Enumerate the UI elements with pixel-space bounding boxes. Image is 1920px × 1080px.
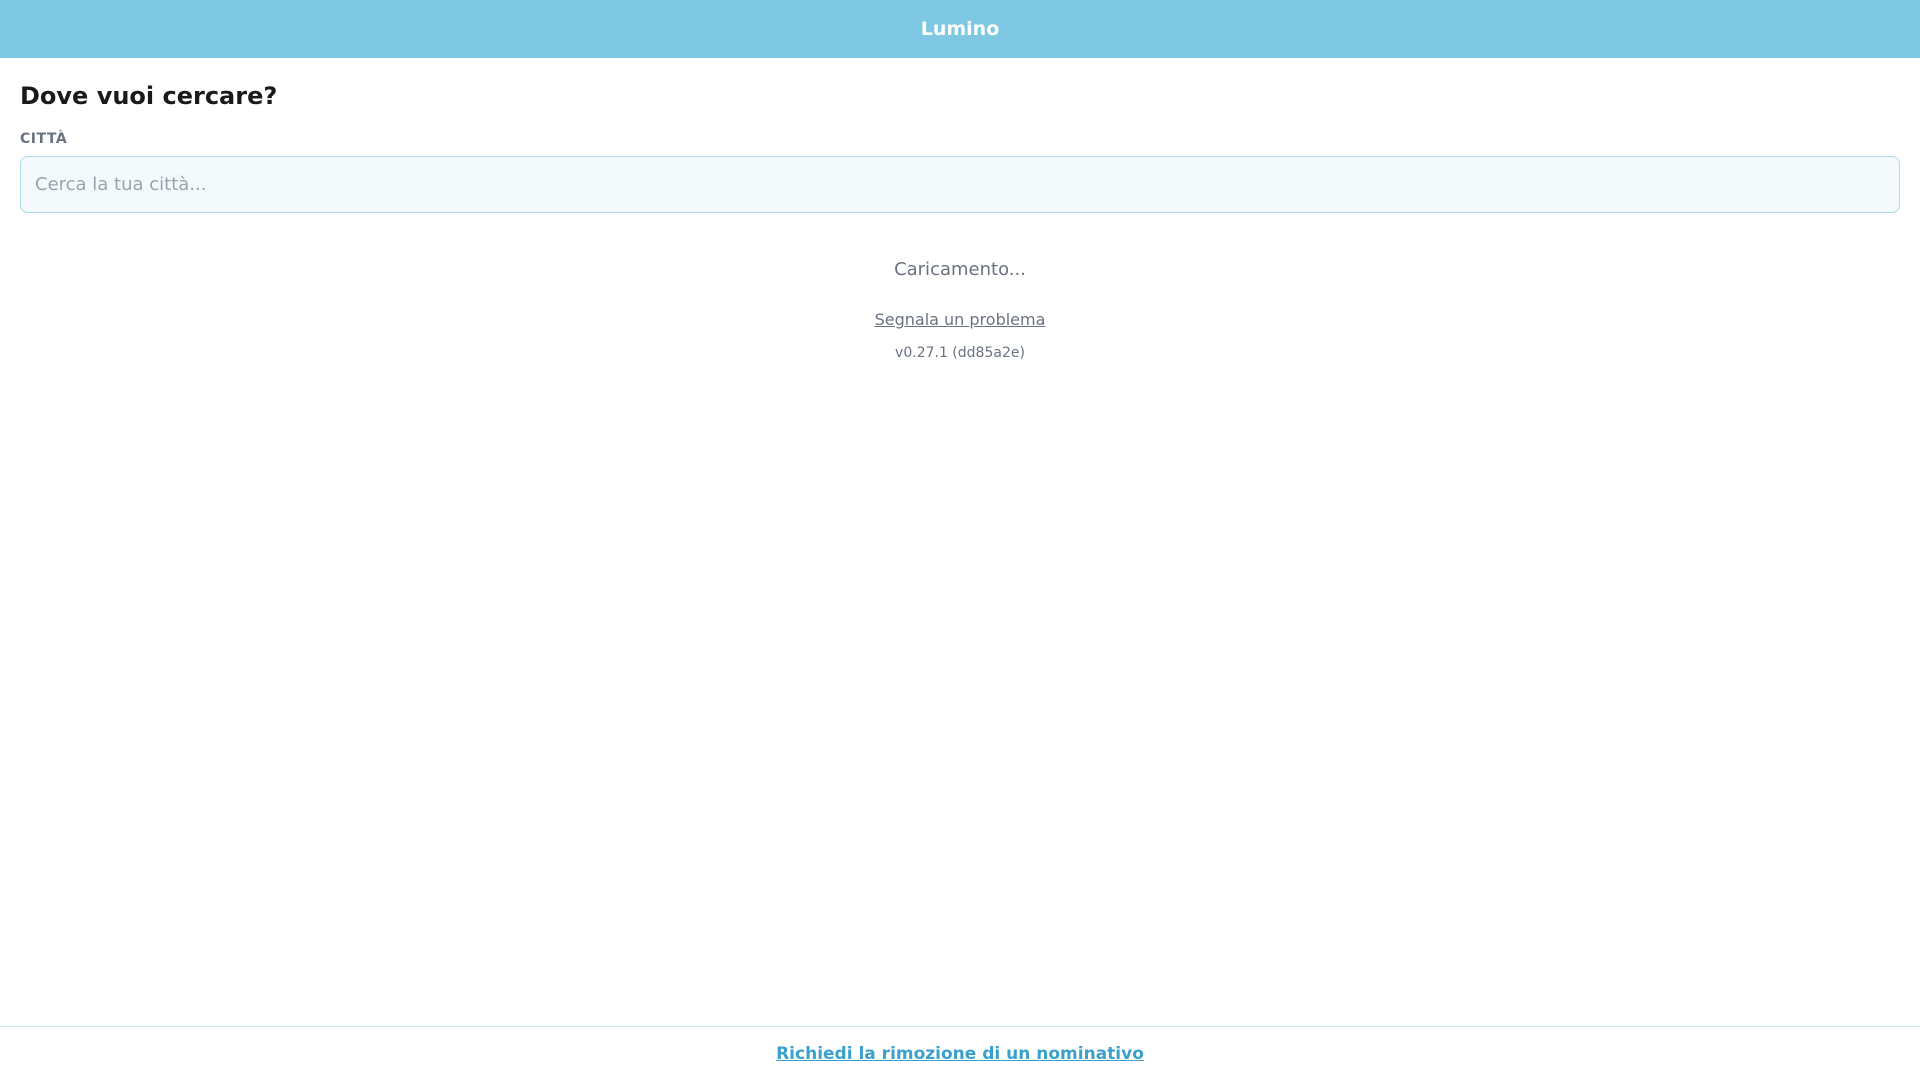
app-header: Lumino [0,0,1920,58]
request-removal-link[interactable]: Richiedi la rimozione di un nominativo [776,1044,1144,1064]
main-content: Dove vuoi cercare? CITTÀ Caricamento... … [20,58,1900,361]
app-title: Lumino [920,18,1000,40]
version-label: v0.27.1 (dd85a2e) [895,344,1025,361]
city-search-input[interactable] [20,155,1900,213]
city-field-label: CITTÀ [20,130,68,147]
page: Lumino Dove vuoi cercare? CITTÀ Caricame… [0,0,1920,1080]
loading-text: Caricamento... [894,258,1026,280]
report-link-wrapper: Segnala un problema [20,310,1900,329]
app-footer: Richiedi la rimozione di un nominativo [0,1026,1920,1080]
report-problem-link[interactable]: Segnala un problema [875,310,1046,329]
page-title: Dove vuoi cercare? [20,82,278,110]
